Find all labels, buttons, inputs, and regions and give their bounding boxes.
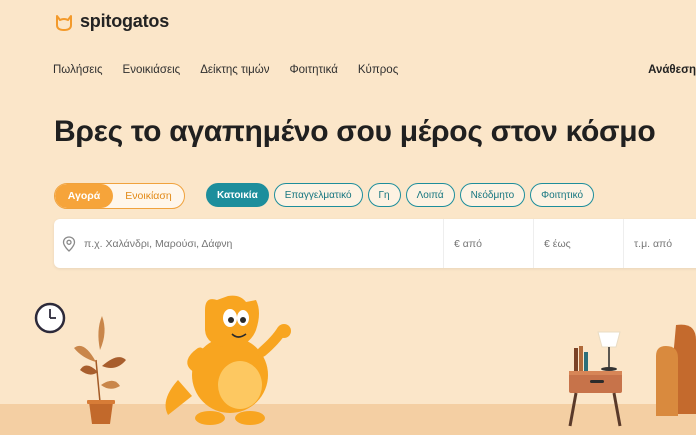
lamp-illustration (597, 331, 621, 371)
cat-mascot-illustration (165, 295, 291, 425)
hero-illustration (34, 295, 696, 427)
clock-icon (34, 302, 66, 334)
plant-illustration (74, 316, 126, 424)
armchair-illustration (656, 324, 696, 416)
side-table-illustration (568, 371, 622, 427)
books-illustration (574, 346, 588, 371)
